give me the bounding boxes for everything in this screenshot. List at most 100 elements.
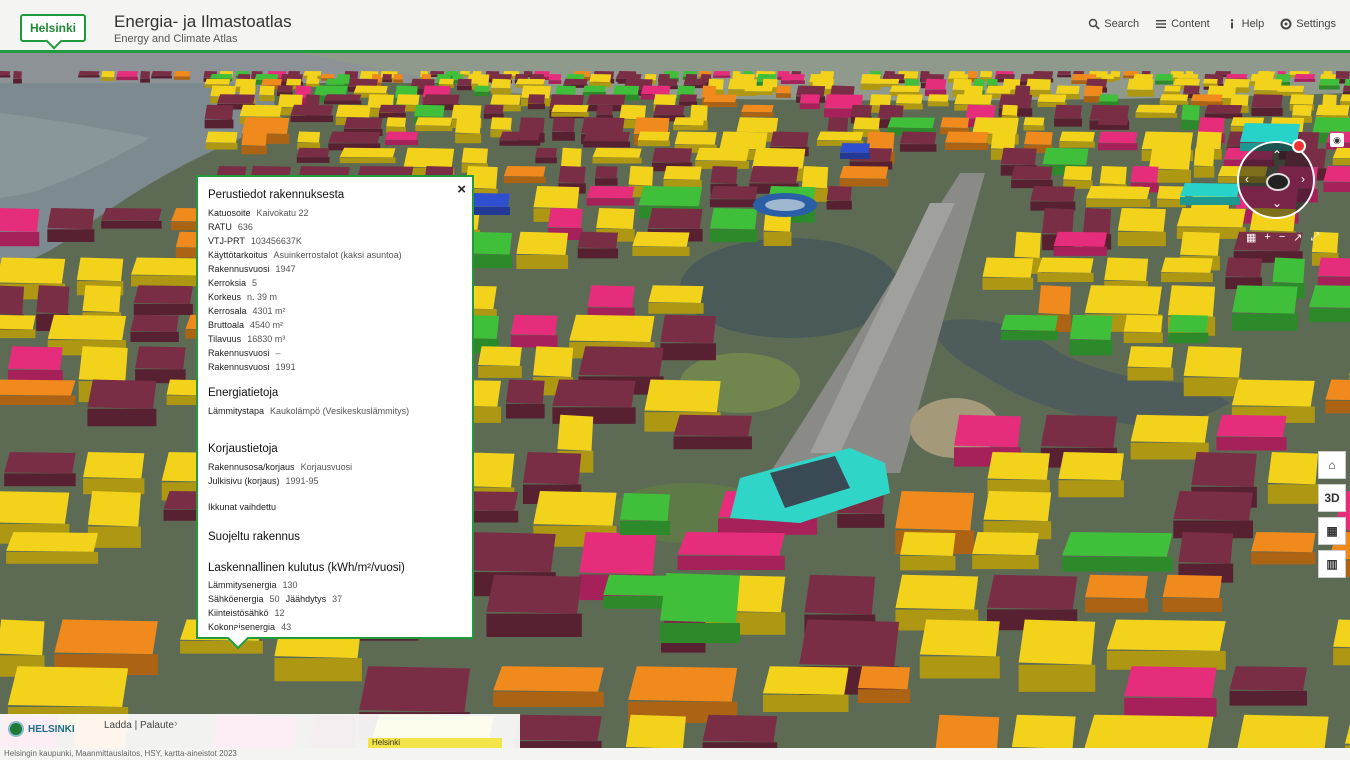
building-roof[interactable] <box>1141 71 1151 75</box>
building-roof[interactable] <box>116 71 138 77</box>
home-button[interactable]: ⌂ <box>1318 451 1346 479</box>
building-roof[interactable] <box>1042 207 1074 235</box>
building-roof[interactable] <box>1023 117 1045 126</box>
building-roof[interactable] <box>0 71 11 76</box>
building-roof[interactable] <box>403 147 455 168</box>
building-roof[interactable] <box>515 78 545 85</box>
building-roof[interactable] <box>586 94 626 105</box>
building-roof[interactable] <box>1240 123 1300 143</box>
building-roof[interactable] <box>133 285 193 304</box>
building-roof[interactable] <box>325 78 346 85</box>
footer-links[interactable]: Ladda | Palaute <box>104 720 174 731</box>
building-roof[interactable] <box>551 104 589 113</box>
building-roof[interactable] <box>719 131 768 150</box>
building-roof[interactable] <box>577 231 619 249</box>
building-roof[interactable] <box>677 85 696 95</box>
building-roof[interactable] <box>296 147 330 158</box>
close-icon[interactable]: × <box>457 181 466 198</box>
building-roof[interactable] <box>770 131 809 148</box>
building-roof[interactable] <box>1323 165 1350 182</box>
building-roof[interactable] <box>510 314 558 336</box>
building-roof[interactable] <box>328 131 381 144</box>
rotate-icon[interactable]: ↗ <box>1293 231 1302 244</box>
building-roof[interactable] <box>895 491 975 531</box>
building-roof[interactable] <box>660 314 716 344</box>
building-roof[interactable] <box>638 186 703 207</box>
building-roof[interactable] <box>1253 78 1282 91</box>
building-roof[interactable] <box>241 117 290 134</box>
rotate-left-icon[interactable]: ‹ <box>1245 173 1249 185</box>
building-roof[interactable] <box>13 71 22 79</box>
building-roof[interactable] <box>673 117 705 126</box>
building-roof[interactable] <box>596 104 613 115</box>
building-roof[interactable] <box>620 493 670 521</box>
footer-logo[interactable]: HELSINKI <box>8 720 86 738</box>
building-roof[interactable] <box>339 147 396 158</box>
building-roof[interactable] <box>695 147 750 161</box>
building-roof[interactable] <box>677 531 785 556</box>
building-roof[interactable] <box>919 619 1000 657</box>
building-roof[interactable] <box>1159 94 1189 101</box>
building-roof[interactable] <box>0 314 36 330</box>
building-roof[interactable] <box>895 574 979 610</box>
building-roof[interactable] <box>451 104 482 120</box>
building-roof[interactable] <box>548 73 562 81</box>
building-roof[interactable] <box>1101 73 1115 80</box>
building-roof[interactable] <box>78 346 128 382</box>
building-roof[interactable] <box>1162 574 1222 599</box>
building-roof[interactable] <box>130 314 179 332</box>
building-roof[interactable] <box>878 104 904 120</box>
building-roof[interactable] <box>477 78 489 87</box>
building-roof[interactable] <box>775 85 791 94</box>
building-roof[interactable] <box>900 531 956 556</box>
building-roof[interactable] <box>353 85 388 94</box>
building-roof[interactable] <box>703 94 737 103</box>
building-roof[interactable] <box>204 78 231 85</box>
building-roof[interactable] <box>359 666 470 713</box>
nav-settings[interactable]: Settings <box>1280 18 1336 30</box>
building-roof[interactable] <box>335 104 371 118</box>
building-roof[interactable] <box>1083 85 1103 97</box>
building-roof[interactable] <box>491 78 512 89</box>
building-roof[interactable] <box>0 208 40 232</box>
building-roof[interactable] <box>986 78 998 85</box>
building-roof[interactable] <box>1334 71 1350 79</box>
building-roof[interactable] <box>982 257 1034 278</box>
building-roof[interactable] <box>1097 131 1138 144</box>
building-roof[interactable] <box>533 346 574 377</box>
building-roof[interactable] <box>839 165 889 179</box>
building-roof[interactable] <box>1173 491 1253 521</box>
building-roof[interactable] <box>1055 85 1080 95</box>
building-roof[interactable] <box>663 165 702 180</box>
rotate-right-icon[interactable]: › <box>1301 173 1305 185</box>
building-roof[interactable] <box>478 346 522 366</box>
tilt-up-icon[interactable]: ⌃ <box>1272 149 1282 161</box>
building-roof[interactable] <box>1058 451 1124 481</box>
building-roof[interactable] <box>1069 314 1113 341</box>
building-roof[interactable] <box>210 73 233 79</box>
building-roof[interactable] <box>76 257 124 282</box>
building-roof[interactable] <box>1289 94 1315 105</box>
building-roof[interactable] <box>762 666 849 695</box>
building-roof[interactable] <box>457 78 472 86</box>
building-roof[interactable] <box>1291 104 1313 117</box>
fullscreen-icon[interactable]: ⤢ <box>1311 231 1320 244</box>
building-roof[interactable] <box>455 117 482 134</box>
building-roof[interactable] <box>612 85 640 95</box>
building-roof[interactable] <box>874 78 900 84</box>
building-roof[interactable] <box>1197 117 1225 134</box>
building-roof[interactable] <box>683 78 707 85</box>
building-roof[interactable] <box>438 78 454 85</box>
building-roof[interactable] <box>552 379 636 408</box>
building-roof[interactable] <box>968 71 978 78</box>
building-roof[interactable] <box>285 78 302 86</box>
building-roof[interactable] <box>1183 85 1200 94</box>
building-roof[interactable] <box>1181 104 1200 121</box>
building-roof[interactable] <box>1097 117 1129 126</box>
building-roof[interactable] <box>1315 104 1350 116</box>
building-roof[interactable] <box>239 104 282 117</box>
building-roof[interactable] <box>804 574 876 615</box>
building-roof[interactable] <box>1001 104 1018 116</box>
building-roof[interactable] <box>1267 451 1319 485</box>
building-roof[interactable] <box>558 165 586 184</box>
